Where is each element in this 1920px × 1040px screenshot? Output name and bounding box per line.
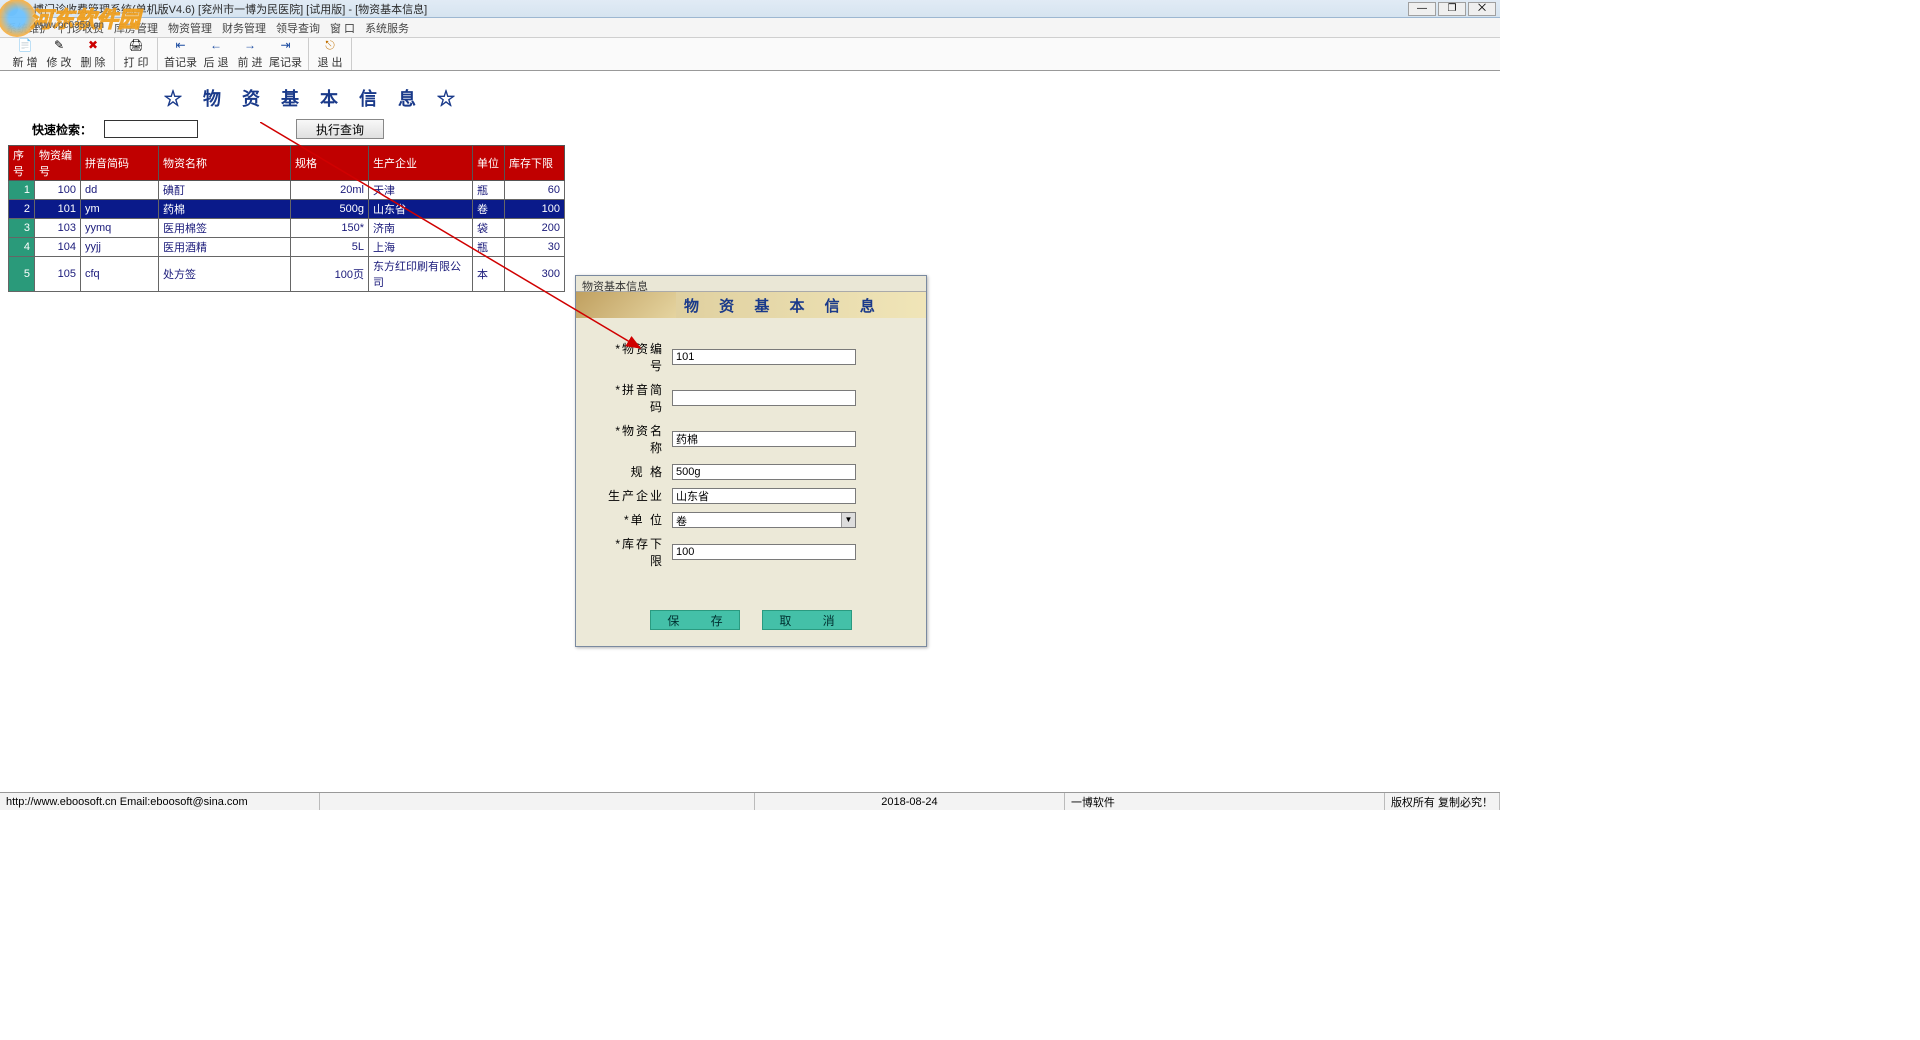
search-input[interactable] <box>104 120 198 138</box>
th-min: 库存下限 <box>505 146 565 181</box>
dialog-banner: 物 资 基 本 信 息 <box>576 292 926 318</box>
th-unit: 单位 <box>473 146 505 181</box>
print-button[interactable]: 🖨打 印 <box>119 37 153 70</box>
statusbar: http://www.eboosoft.cn Email:eboosoft@si… <box>0 792 1500 810</box>
dialog-title: 物资基本信息 <box>576 276 926 292</box>
menu-finance[interactable]: 财务管理 <box>222 20 266 36</box>
page-title: ☆ 物 资 基 本 信 息 ☆ <box>164 85 1500 111</box>
save-button[interactable]: 保 存 <box>650 610 740 630</box>
menu-warehouse[interactable]: 库房管理 <box>114 20 158 36</box>
prev-record-button[interactable]: ←后 退 <box>199 37 233 70</box>
status-company: 一博软件 <box>1065 793 1385 810</box>
label-unit: *单 位 <box>602 511 664 528</box>
titlebar: 一博门诊收费管理系统(单机版V4.6) [兖州市一博为民医院] [试用版] - … <box>0 0 1500 18</box>
table-row[interactable]: 3103yymq医用棉签150*济南袋200 <box>9 219 565 238</box>
window-controls: — ❐ ⨉ <box>1408 2 1496 16</box>
execute-query-button[interactable]: 执行查询 <box>296 119 384 139</box>
minimize-button[interactable]: — <box>1408 2 1436 16</box>
banner-title: 物 资 基 本 信 息 <box>684 295 883 316</box>
material-dialog: 物资基本信息 物 资 基 本 信 息 *物资编号 *拼音简码 *物资名称 规 格… <box>575 275 927 647</box>
input-mfr[interactable] <box>672 488 856 504</box>
edit-button[interactable]: ✎修 改 <box>42 37 76 70</box>
th-py: 拼音简码 <box>81 146 159 181</box>
new-icon: 📄 <box>17 37 33 53</box>
th-name: 物资名称 <box>159 146 291 181</box>
label-mfr: 生产企业 <box>602 487 664 504</box>
label-py: *拼音简码 <box>602 381 664 415</box>
new-button[interactable]: 📄新 增 <box>8 37 42 70</box>
table-header-row: 序号 物资编号 拼音简码 物资名称 规格 生产企业 单位 库存下限 <box>9 146 565 181</box>
window-title: 一博门诊收费管理系统(单机版V4.6) [兖州市一博为民医院] [试用版] - … <box>22 1 1408 17</box>
banner-image <box>576 292 676 318</box>
last-icon: ⇥ <box>278 37 294 53</box>
input-code[interactable] <box>672 349 856 365</box>
input-py[interactable] <box>672 390 856 406</box>
table-row[interactable]: 1100dd碘酊20ml天津瓶60 <box>9 181 565 200</box>
input-name[interactable] <box>672 431 856 447</box>
toolbar: 📄新 增 ✎修 改 ✖删 除 🖨打 印 ⇤首记录 ←后 退 →前 进 ⇥尾记录 … <box>0 38 1500 71</box>
app-icon <box>4 2 18 16</box>
table-row[interactable]: 5105cfq处方签100页东方红印刷有限公司本300 <box>9 257 565 292</box>
print-icon: 🖨 <box>128 37 144 53</box>
th-spec: 规格 <box>291 146 369 181</box>
status-url: http://www.eboosoft.cn Email:eboosoft@si… <box>0 793 320 810</box>
edit-icon: ✎ <box>51 37 67 53</box>
input-spec[interactable] <box>672 464 856 480</box>
menu-service[interactable]: 系统服务 <box>365 20 409 36</box>
close-button[interactable]: ⨉ <box>1468 2 1496 16</box>
table-row[interactable]: 4104yyjj医用酒精5L上海瓶30 <box>9 238 565 257</box>
material-table[interactable]: 序号 物资编号 拼音简码 物资名称 规格 生产企业 单位 库存下限 1100dd… <box>8 145 565 292</box>
menubar: 系统维护 门诊收费 库房管理 物资管理 财务管理 领导查询 窗 口 系统服务 <box>0 18 1500 38</box>
status-date: 2018-08-24 <box>755 793 1065 810</box>
label-spec: 规 格 <box>602 463 664 480</box>
status-copyright: 版权所有 复制必究！ <box>1385 793 1500 810</box>
delete-button[interactable]: ✖删 除 <box>76 37 110 70</box>
th-code: 物资编号 <box>35 146 81 181</box>
delete-icon: ✖ <box>85 37 101 53</box>
chevron-down-icon: ▼ <box>841 513 855 527</box>
th-seq: 序号 <box>9 146 35 181</box>
restore-button[interactable]: ❐ <box>1438 2 1466 16</box>
label-name: *物资名称 <box>602 422 664 456</box>
menu-outpatient[interactable]: 门诊收费 <box>60 20 104 36</box>
first-icon: ⇤ <box>173 37 189 53</box>
first-record-button[interactable]: ⇤首记录 <box>162 37 199 70</box>
exit-icon: ⎋ <box>322 37 338 53</box>
table-row[interactable]: 2101ym药棉500g山东省卷100 <box>9 200 565 219</box>
menu-system[interactable]: 系统维护 <box>6 20 50 36</box>
menu-material[interactable]: 物资管理 <box>168 20 212 36</box>
exit-button[interactable]: ⎋退 出 <box>313 37 347 70</box>
select-unit[interactable]: 卷▼ <box>672 512 856 528</box>
next-icon: → <box>242 37 258 53</box>
label-code: *物资编号 <box>602 340 664 374</box>
prev-icon: ← <box>208 37 224 53</box>
dialog-buttons: 保 存 取 消 <box>576 582 926 646</box>
menu-window[interactable]: 窗 口 <box>330 20 355 36</box>
cancel-button[interactable]: 取 消 <box>762 610 852 630</box>
label-min: *库存下限 <box>602 535 664 569</box>
menu-leader[interactable]: 领导查询 <box>276 20 320 36</box>
search-row: 快速检索： 执行查询 <box>32 119 1500 139</box>
next-record-button[interactable]: →前 进 <box>233 37 267 70</box>
last-record-button[interactable]: ⇥尾记录 <box>267 37 304 70</box>
dialog-body: *物资编号 *拼音简码 *物资名称 规 格 生产企业 *单 位 卷▼ *库存下限 <box>576 318 926 582</box>
search-label: 快速检索： <box>32 121 92 138</box>
th-mfr: 生产企业 <box>369 146 473 181</box>
content-area: ☆ 物 资 基 本 信 息 ☆ 快速检索： 执行查询 序号 物资编号 拼音简码 … <box>0 71 1500 292</box>
input-min[interactable] <box>672 544 856 560</box>
